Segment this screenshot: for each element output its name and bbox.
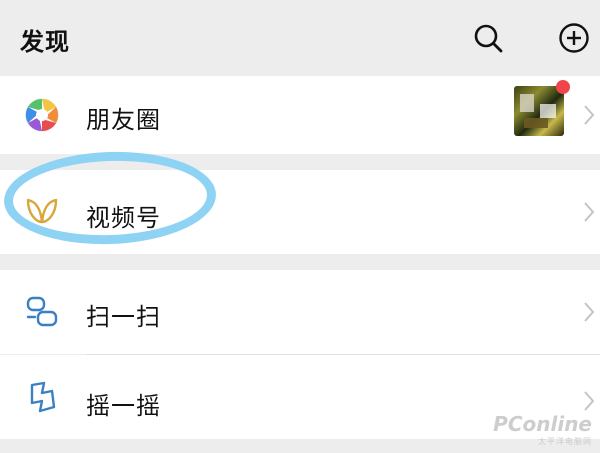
menu-item-label: 摇一摇 [86,392,161,420]
moments-aperture-icon [22,95,62,135]
moments-thumbnail [514,86,564,136]
menu-item-moments[interactable]: 朋友圈 [0,76,600,154]
menu-item-scan[interactable]: 扫一扫 [0,270,600,354]
chevron-right-icon [578,100,600,130]
chevron-right-icon [578,197,600,227]
page-title: 发现 [20,28,70,56]
watermark-subtitle: 太平洋电脑网 [538,437,592,446]
new-content-badge [556,80,570,94]
watermark: PConline 太平洋电脑网 [493,412,592,447]
shake-icon [22,377,62,417]
menu-item-label: 扫一扫 [86,303,161,331]
menu-item-label: 朋友圈 [86,106,161,134]
watermark-logo: PConline [493,412,592,436]
top-bar: 发现 [0,0,600,74]
chevron-right-icon [578,297,600,327]
search-icon[interactable] [472,22,504,54]
add-icon[interactable] [558,22,590,54]
scan-icon [22,292,62,332]
